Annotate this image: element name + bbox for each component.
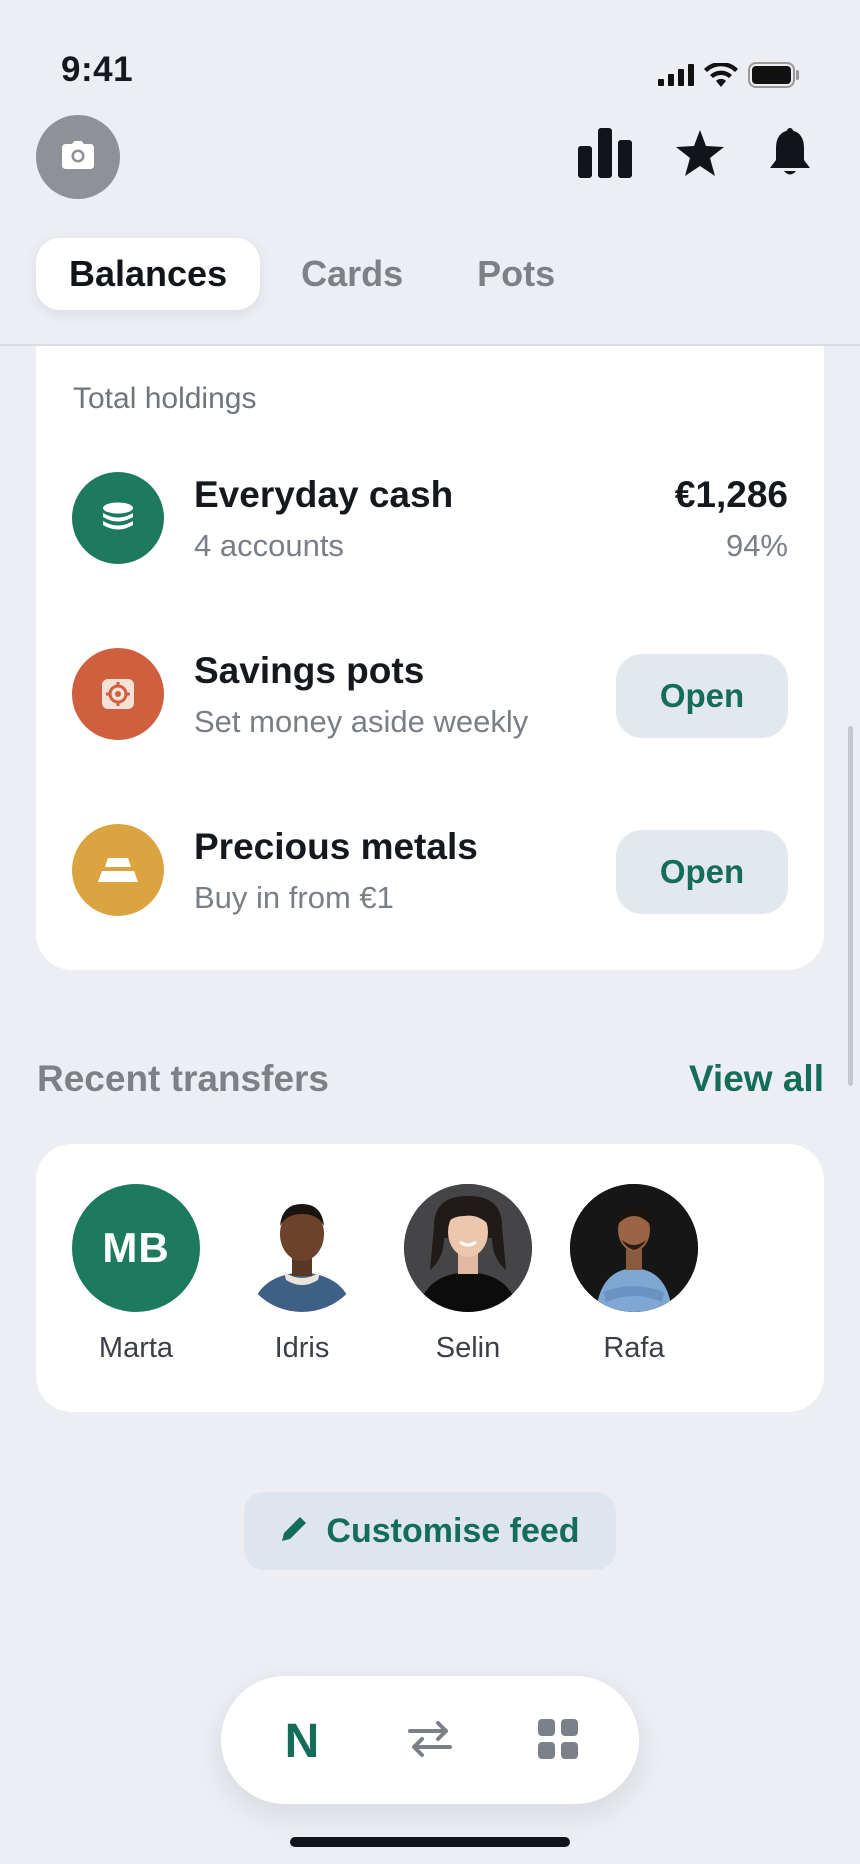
view-all-link[interactable]: View all xyxy=(689,1058,824,1100)
coins-icon xyxy=(72,472,164,564)
tab-balances[interactable]: Balances xyxy=(36,238,261,310)
bar-chart-icon xyxy=(578,128,632,183)
contact-name: Selin xyxy=(435,1332,501,1364)
status-time: 9:41 xyxy=(61,50,134,89)
avatar xyxy=(238,1184,366,1312)
holding-title: Everyday cash xyxy=(194,474,454,515)
camera-button[interactable] xyxy=(36,115,120,199)
holding-row-savings-pots: Savings pots Set money aside weekly Open xyxy=(72,648,788,744)
contact-name: Idris xyxy=(274,1332,330,1364)
tab-cards[interactable]: Cards xyxy=(268,238,436,310)
gold-bar-icon xyxy=(72,824,164,916)
customise-feed-label: Customise feed xyxy=(326,1511,580,1550)
holding-amount: €1,286 xyxy=(674,474,788,515)
holding-percent: 94% xyxy=(725,528,788,563)
star-icon xyxy=(676,130,724,181)
favourites-button[interactable] xyxy=(676,130,724,181)
holding-row-precious-metals: Precious metals Buy in from €1 Open xyxy=(72,824,788,920)
pencil-icon xyxy=(280,1515,308,1548)
scroll-indicator[interactable] xyxy=(848,726,853,1086)
wifi-icon xyxy=(704,61,738,92)
tab-pots[interactable]: Pots xyxy=(444,238,588,310)
open-precious-metals-button[interactable]: Open xyxy=(616,830,788,914)
holding-subtitle: Buy in from €1 xyxy=(194,880,394,915)
home-indicator xyxy=(290,1837,570,1847)
bottom-nav: N xyxy=(221,1676,639,1804)
contact-marta[interactable]: MB Marta xyxy=(72,1184,200,1365)
customise-feed-button[interactable]: Customise feed xyxy=(244,1492,616,1570)
recent-transfers-card: MB Marta Idris Selin Rafa xyxy=(36,1144,824,1412)
nav-home[interactable]: N xyxy=(267,1706,337,1776)
recent-transfers-title: Recent transfers xyxy=(37,1058,330,1099)
battery-icon xyxy=(748,62,800,93)
contact-idris[interactable]: Idris xyxy=(238,1184,366,1365)
tab-bar: Balances Cards Pots xyxy=(36,238,588,310)
transfer-arrows-icon xyxy=(408,1720,452,1763)
camera-icon xyxy=(62,140,94,174)
signal-icon xyxy=(658,64,694,91)
top-bar xyxy=(0,110,860,210)
holding-title: Precious metals xyxy=(194,826,478,867)
bell-icon xyxy=(768,128,812,183)
holdings-card: Total holdings Everyday cash 4 accounts … xyxy=(36,346,824,970)
recent-transfers-header: Recent transfers View all xyxy=(36,1052,824,1104)
holding-row-everyday-cash[interactable]: Everyday cash 4 accounts €1,286 94% xyxy=(72,472,788,568)
holdings-label: Total holdings xyxy=(73,382,257,415)
status-bar: 9:41 xyxy=(0,0,860,110)
avatar xyxy=(570,1184,698,1312)
insights-button[interactable] xyxy=(578,128,632,183)
holding-subtitle: Set money aside weekly xyxy=(194,704,529,739)
nav-hub[interactable] xyxy=(523,1706,593,1776)
contact-name: Marta xyxy=(98,1332,174,1364)
avatar xyxy=(404,1184,532,1312)
top-actions xyxy=(578,128,812,183)
n-logo-icon: N xyxy=(284,1714,320,1768)
notifications-button[interactable] xyxy=(768,128,812,183)
grid-icon xyxy=(538,1718,578,1764)
avatar-initials: MB xyxy=(102,1224,170,1271)
avatar: MB xyxy=(72,1184,200,1312)
status-icons xyxy=(658,61,800,93)
holding-title: Savings pots xyxy=(194,650,425,691)
open-savings-pots-button[interactable]: Open xyxy=(616,654,788,738)
safe-icon xyxy=(72,648,164,740)
contact-selin[interactable]: Selin xyxy=(404,1184,532,1365)
contact-name: Rafa xyxy=(603,1332,665,1364)
holding-subtitle: 4 accounts xyxy=(194,528,344,563)
nav-transfers[interactable] xyxy=(395,1706,465,1776)
contact-rafa[interactable]: Rafa xyxy=(570,1184,698,1365)
